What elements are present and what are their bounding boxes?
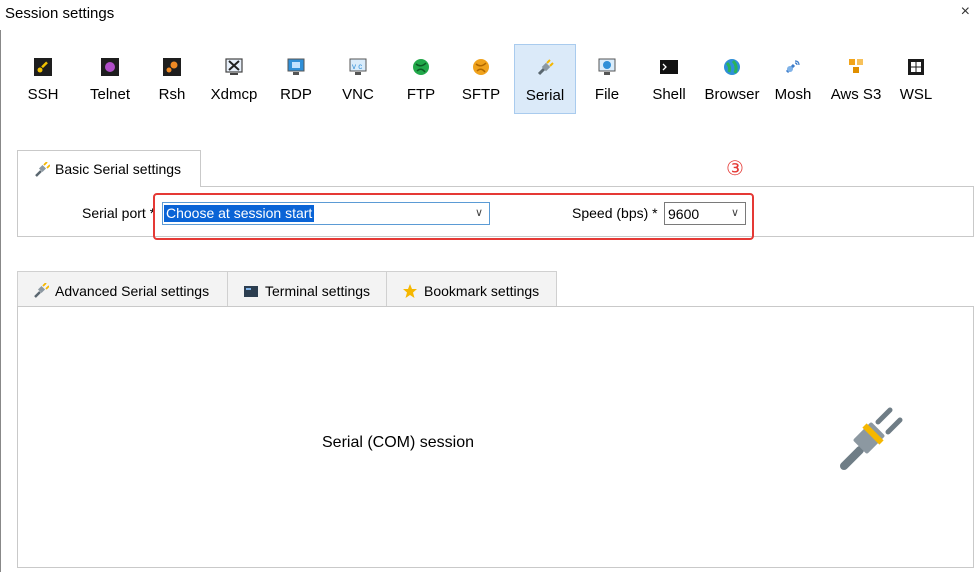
tab-bookmark-settings[interactable]: Bookmark settings [386, 271, 557, 307]
session-type-wsl[interactable]: WSL [894, 44, 938, 114]
session-type-file[interactable]: File [588, 44, 626, 114]
session-type-label: FTP [406, 86, 436, 103]
session-type-label: WSL [899, 86, 933, 103]
window-border [0, 30, 1, 572]
rdp-monitor-icon [287, 58, 305, 75]
svg-text:v c: v c [352, 62, 362, 71]
windows-icon [908, 59, 924, 75]
session-type-xdmcp[interactable]: Xdmcp [206, 44, 262, 114]
session-type-browser[interactable]: Browser [702, 44, 762, 114]
tab-label: Bookmark settings [424, 283, 540, 299]
session-type-label: SFTP [461, 86, 501, 103]
window-title: Session settings [5, 5, 115, 22]
session-type-label: Xdmcp [210, 86, 258, 103]
terminal-icon [244, 286, 258, 297]
tab-advanced-serial-settings[interactable]: Advanced Serial settings [17, 271, 228, 307]
x-icon [225, 58, 243, 75]
session-type-label: Serial [525, 87, 565, 104]
plug-icon [34, 283, 49, 298]
tab-label: Advanced Serial settings [55, 283, 210, 299]
aws-cubes-icon [849, 59, 863, 73]
tab-terminal-settings[interactable]: Terminal settings [227, 271, 387, 307]
session-type-mosh[interactable]: Mosh [770, 44, 816, 114]
tab-label: Basic Serial settings [55, 161, 182, 177]
annotation-number: ③ [726, 158, 744, 180]
session-type-label: VNC [342, 86, 374, 103]
plug-icon [35, 162, 50, 177]
session-description: Serial (COM) session [322, 434, 475, 451]
rsh-icon [163, 58, 181, 76]
session-type-label: Browser [704, 86, 760, 103]
vnc-monitor-icon: v c [349, 58, 367, 75]
session-type-ssh[interactable]: SSH [18, 44, 68, 114]
star-icon [403, 284, 417, 298]
session-panel [17, 306, 974, 568]
file-monitor-icon [598, 58, 616, 75]
shell-terminal-icon [660, 60, 678, 74]
session-type-ftp[interactable]: FTP [402, 44, 440, 114]
session-type-label: File [594, 86, 620, 103]
session-type-label: Mosh [774, 86, 812, 103]
session-type-vnc[interactable]: v c VNC [336, 44, 380, 114]
session-type-rsh[interactable]: Rsh [152, 44, 192, 114]
sftp-globe-icon [473, 59, 489, 75]
session-type-serial[interactable]: Serial [514, 44, 576, 114]
serial-plug-icon [537, 59, 554, 76]
session-type-shell[interactable]: Shell [648, 44, 690, 114]
ftp-globe-icon [413, 59, 429, 75]
annotation-highlight-box [153, 193, 754, 240]
session-type-label: Telnet [89, 86, 131, 103]
close-icon[interactable]: × [961, 3, 970, 21]
session-type-aws-s3[interactable]: Aws S3 [826, 44, 886, 114]
session-type-label: SSH [27, 86, 59, 103]
serial-port-label: Serial port * [82, 205, 156, 221]
serial-plug-icon [840, 407, 903, 470]
mosh-satellite-icon [785, 60, 800, 74]
session-type-label: RDP [280, 86, 312, 103]
tab-basic-serial-settings[interactable]: Basic Serial settings [17, 150, 201, 187]
session-type-label: Rsh [158, 86, 186, 103]
session-type-label: Shell [652, 86, 686, 103]
session-type-telnet[interactable]: Telnet [80, 44, 140, 114]
session-type-rdp[interactable]: RDP [274, 44, 318, 114]
telnet-icon [101, 58, 119, 76]
tab-label: Terminal settings [265, 283, 371, 299]
browser-globe-icon [724, 59, 740, 75]
session-type-label: Aws S3 [830, 86, 882, 103]
key-icon [34, 58, 52, 76]
session-type-sftp[interactable]: SFTP [458, 44, 504, 114]
